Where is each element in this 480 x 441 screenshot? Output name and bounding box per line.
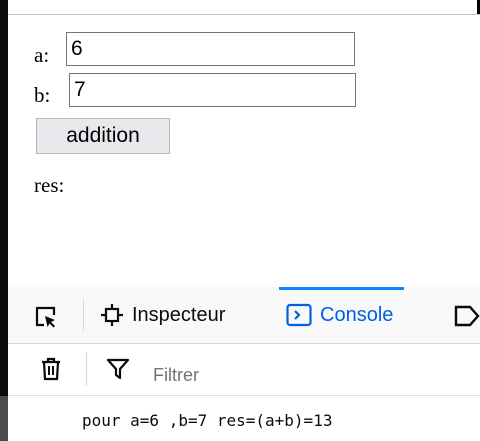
console-toolbar [8,344,480,396]
input-b[interactable] [69,73,356,107]
tab-inspecteur[interactable]: Inspecteur [100,287,225,343]
label-a: a: [34,43,50,67]
devtools-panel: Inspecteur Console Filtrer pour a=6 ,b=7… [8,287,480,441]
tab-console[interactable]: Console [279,287,405,343]
page-content: a: b: addition res: [8,15,480,287]
inspector-icon [101,304,123,326]
tab-console-label: Console [320,303,394,326]
devtools-tabbar: Inspecteur Console [8,287,480,344]
trash-icon[interactable] [40,357,62,381]
element-picker-icon[interactable] [34,305,58,329]
tab-inspecteur-label: Inspecteur [132,303,226,326]
console-icon [286,303,312,327]
console-filter-input[interactable]: Filtrer [153,365,199,386]
top-strip [8,0,480,15]
console-message: pour a=6 ,b=7 res=(a+b)=13 [82,411,333,430]
debugger-icon[interactable] [454,305,480,327]
window-edge [0,0,8,441]
addition-button[interactable]: addition [36,118,170,154]
input-a[interactable] [66,32,355,66]
filter-icon [106,358,130,380]
result-label: res: [34,173,65,197]
label-b: b: [34,83,51,107]
